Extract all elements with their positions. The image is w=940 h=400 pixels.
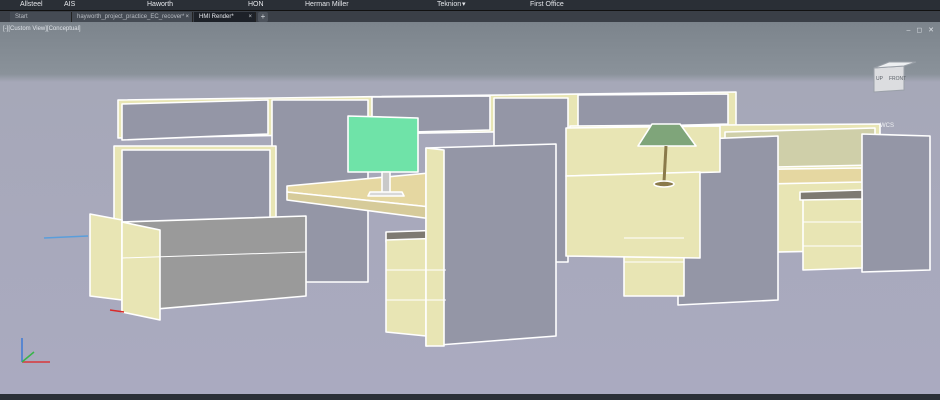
toolbar-haworth[interactable]: Haworth xyxy=(147,0,173,10)
monitor-base xyxy=(367,191,405,197)
right-pedestal xyxy=(802,196,863,271)
ucs-icon xyxy=(21,338,50,363)
document-tab-bar: Start hayworth_project_practice_EC_recov… xyxy=(0,11,940,22)
close-icon[interactable]: × xyxy=(185,12,189,22)
toolbar-ais[interactable]: AIS xyxy=(64,0,75,10)
right-hutch-fill xyxy=(565,171,701,259)
viewcube-top-label: UP xyxy=(876,76,884,82)
lamp-base xyxy=(653,180,675,188)
monitor-stand xyxy=(381,171,391,195)
status-bar xyxy=(0,394,940,400)
viewcube-front-label: FRONT xyxy=(889,76,906,82)
viewcube-icon: UP FRONT xyxy=(873,61,917,93)
right-pedestal-top xyxy=(799,189,863,201)
back-fabric-right xyxy=(577,93,729,129)
lamp-stem xyxy=(662,145,668,183)
close-icon[interactable]: × xyxy=(248,12,252,22)
tab-start-label: Start xyxy=(15,14,28,20)
add-tab-button[interactable]: + xyxy=(258,12,268,22)
left-side-fabric xyxy=(121,149,271,223)
tab-project-file[interactable]: hayworth_project_practice_EC_recover* × xyxy=(72,12,193,22)
toolbar-first-office[interactable]: First Office xyxy=(530,0,564,10)
tab-project-file-label: hayworth_project_practice_EC_recover* xyxy=(77,14,185,20)
back-fabric-left xyxy=(121,99,269,141)
left-file-cabinet xyxy=(89,213,123,301)
toolbar-allsteel[interactable]: Allsteel xyxy=(20,0,43,10)
front-panel-frame xyxy=(425,147,445,347)
toolbar-herman-miller[interactable]: Herman Miller xyxy=(305,0,349,10)
credenza-side xyxy=(121,221,161,321)
ribbon-toolbar: Allsteel AIS Haworth HON Herman Miller T… xyxy=(0,0,940,11)
toolbar-teknion[interactable]: Teknion xyxy=(437,0,461,10)
chevron-down-icon[interactable]: ▾ xyxy=(462,0,466,10)
right-fabric-panel xyxy=(861,133,931,273)
monitor-screen xyxy=(347,115,419,173)
wcs-label: WCS xyxy=(880,123,894,129)
cubicle-render: UP FRONT WCS xyxy=(21,61,931,363)
right-hutch-panel xyxy=(565,125,721,177)
front-fabric-panel xyxy=(425,143,557,347)
model-viewport[interactable]: [-][Custom View][Conceptual] – ◻ ✕ UP FR… xyxy=(0,22,940,394)
toolbar-hon[interactable]: HON xyxy=(248,0,264,10)
tab-hmi-render-label: HMI Render* xyxy=(199,14,234,20)
tab-start[interactable]: Start xyxy=(10,12,72,22)
tab-hmi-render[interactable]: HMI Render* × xyxy=(194,12,256,22)
